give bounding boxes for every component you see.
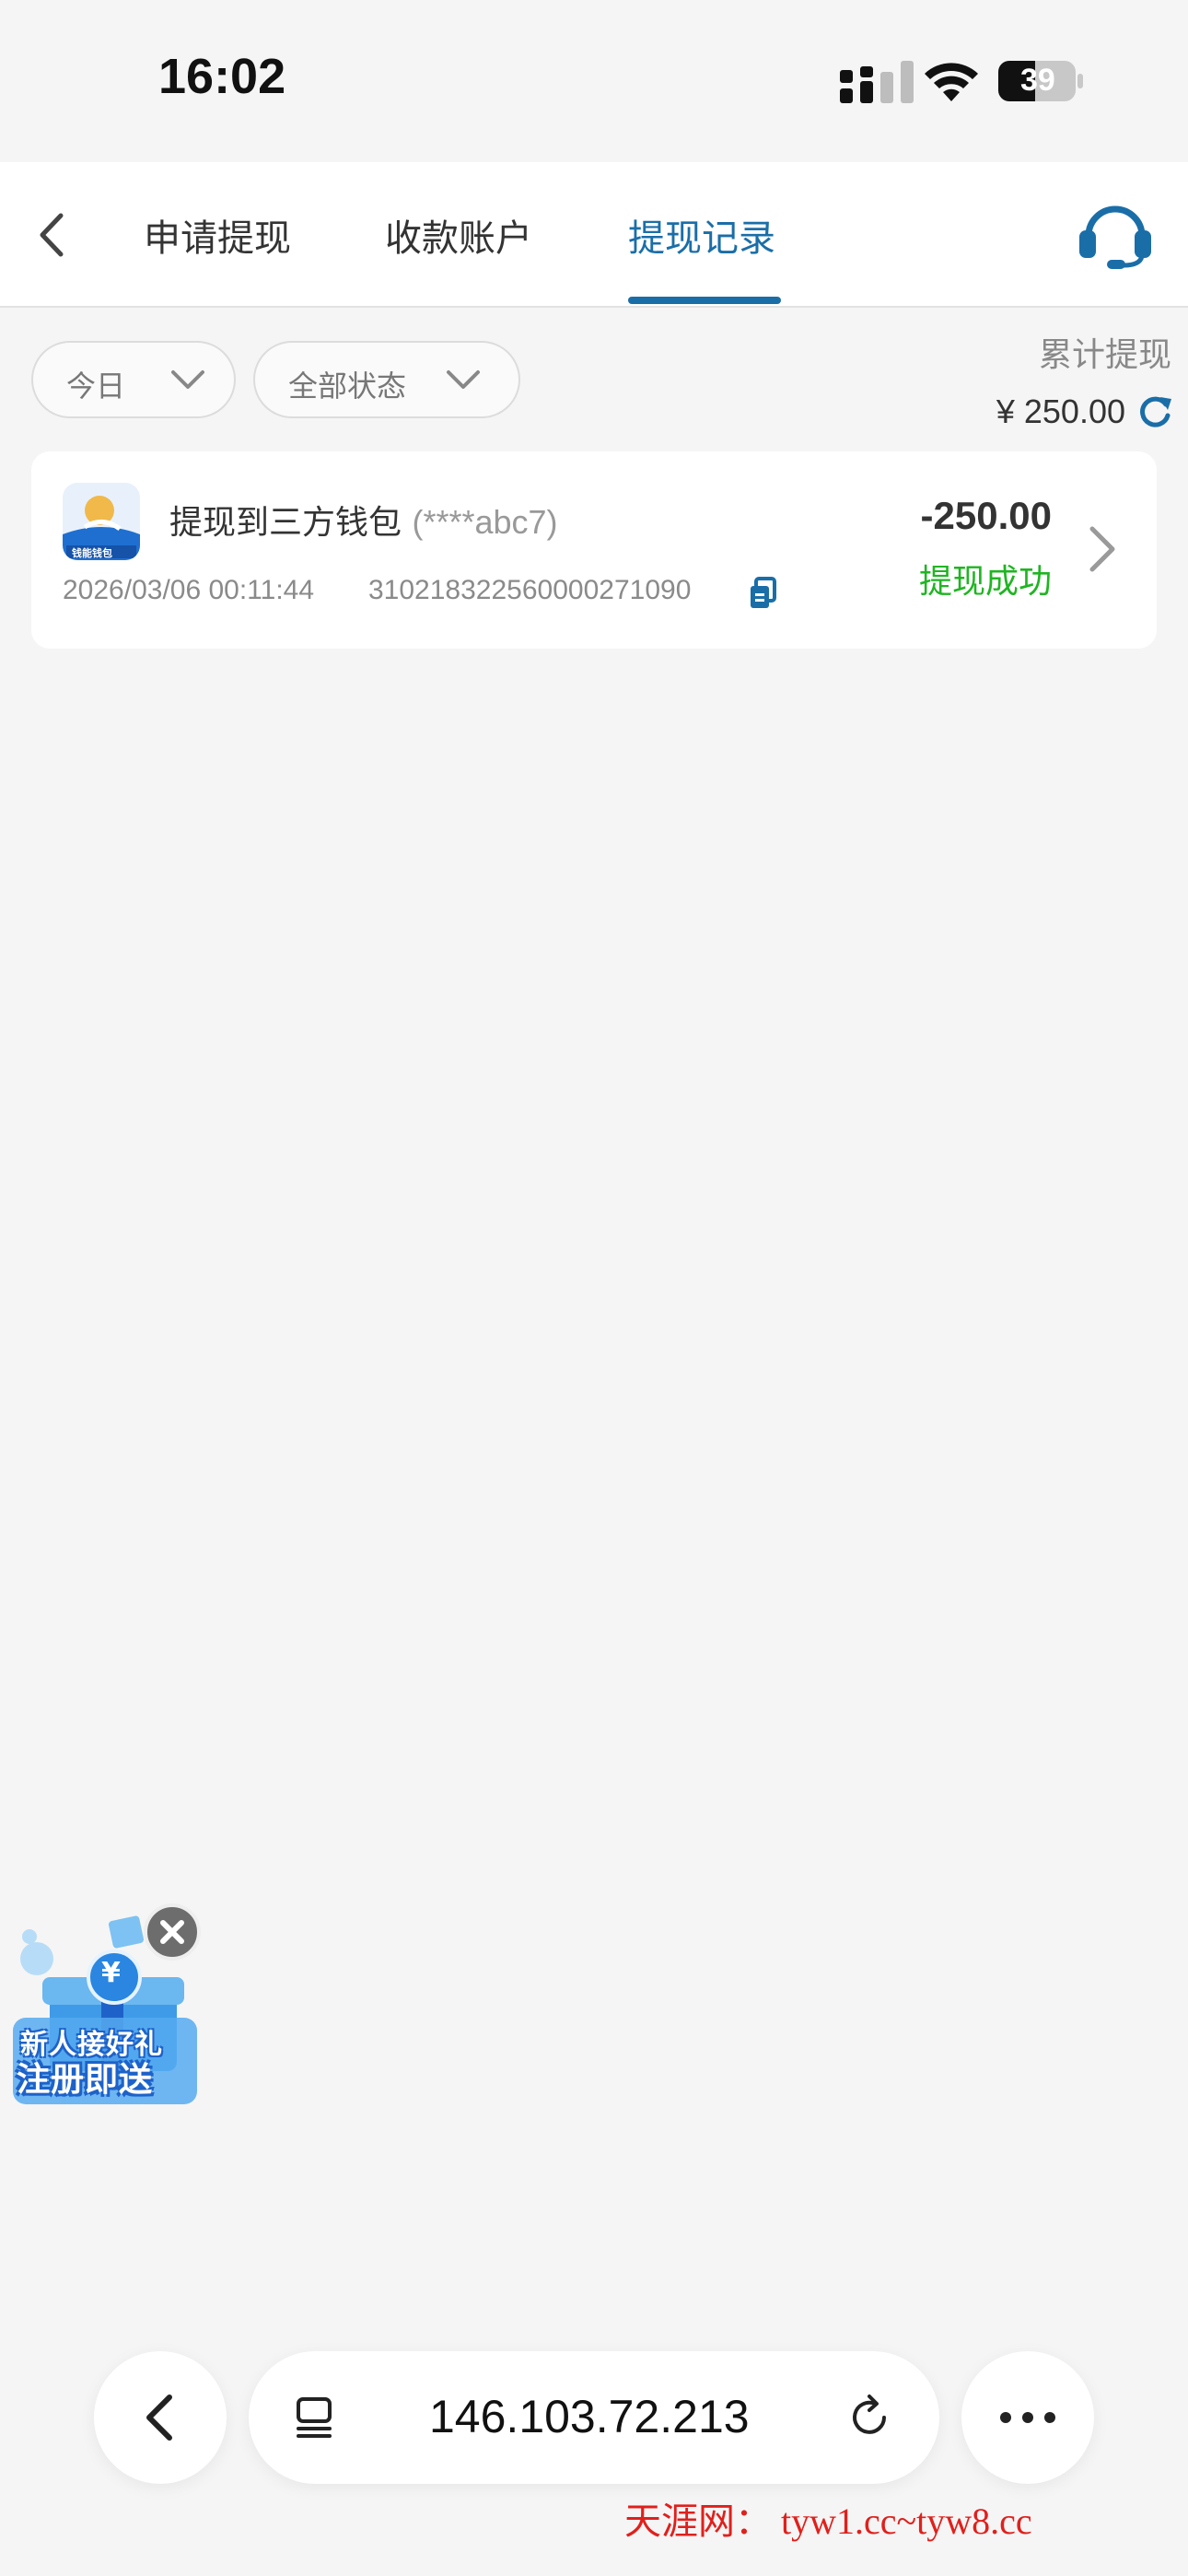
record-account-masked: (****abc7) xyxy=(412,503,558,541)
record-status: 提现成功 xyxy=(918,563,1052,601)
chevron-down-icon xyxy=(447,370,480,389)
active-tab-indicator xyxy=(628,297,781,304)
record-amount: -250.00 xyxy=(920,494,1052,537)
browser-url[interactable]: 146.103.72.213 xyxy=(429,2390,750,2443)
status-time: 16:02 xyxy=(158,49,286,104)
status-filter[interactable]: 全部状态 xyxy=(253,341,520,418)
cellular-signal-icon xyxy=(840,61,914,103)
promo-close-button[interactable] xyxy=(144,1903,201,1961)
more-icon xyxy=(1000,2412,1055,2423)
date-filter[interactable]: 今日 xyxy=(31,341,236,418)
chevron-right-icon[interactable] xyxy=(1085,523,1118,575)
browser-back-button[interactable] xyxy=(94,2351,227,2484)
total-withdrawn-label: 累计提现 xyxy=(1038,336,1171,374)
customer-service-icon[interactable] xyxy=(1076,199,1155,269)
reload-icon[interactable] xyxy=(844,2390,899,2445)
wifi-icon xyxy=(925,63,978,101)
record-title-text: 提现到三方钱包 xyxy=(169,504,402,542)
record-order-number: 310218322560000271090 xyxy=(368,575,692,605)
status-filter-label: 全部状态 xyxy=(288,369,407,404)
chevron-left-icon xyxy=(146,2395,172,2441)
withdraw-record-card[interactable] xyxy=(31,451,1157,649)
watermark-text: 天涯网： tyw1.cc~tyw8.cc xyxy=(624,2500,1032,2542)
close-icon xyxy=(160,1920,184,1944)
battery-level: 39 xyxy=(1020,63,1055,98)
tab-apply-withdraw[interactable]: 申请提现 xyxy=(144,208,291,262)
tab-withdraw-records[interactable]: 提现记录 xyxy=(628,208,775,262)
refresh-icon[interactable] xyxy=(1135,392,1175,432)
battery-icon: 39 xyxy=(996,59,1085,103)
total-withdrawn: ¥ 250.00 xyxy=(996,389,1175,435)
browser-more-button[interactable] xyxy=(961,2351,1094,2484)
total-withdrawn-value: ¥ 250.00 xyxy=(996,392,1125,430)
record-datetime: 2026/03/06 00:11:44 xyxy=(63,575,315,605)
copy-icon[interactable] xyxy=(748,577,777,610)
tab-payee-account[interactable]: 收款账户 xyxy=(385,208,532,262)
promo-yuan-symbol: ¥ xyxy=(101,1957,121,1989)
wallet-logo-text: 钱能钱包 xyxy=(72,547,112,559)
date-filter-label: 今日 xyxy=(66,369,126,404)
promo-text-line2: 注册即送 xyxy=(17,2061,154,2099)
wallet-app-logo: 钱能钱包 xyxy=(63,483,140,560)
chevron-down-icon xyxy=(171,370,204,389)
tabs-icon[interactable] xyxy=(287,2390,343,2445)
back-icon[interactable] xyxy=(28,205,74,265)
record-title: 提现到三方钱包 (****abc7) xyxy=(169,496,558,544)
